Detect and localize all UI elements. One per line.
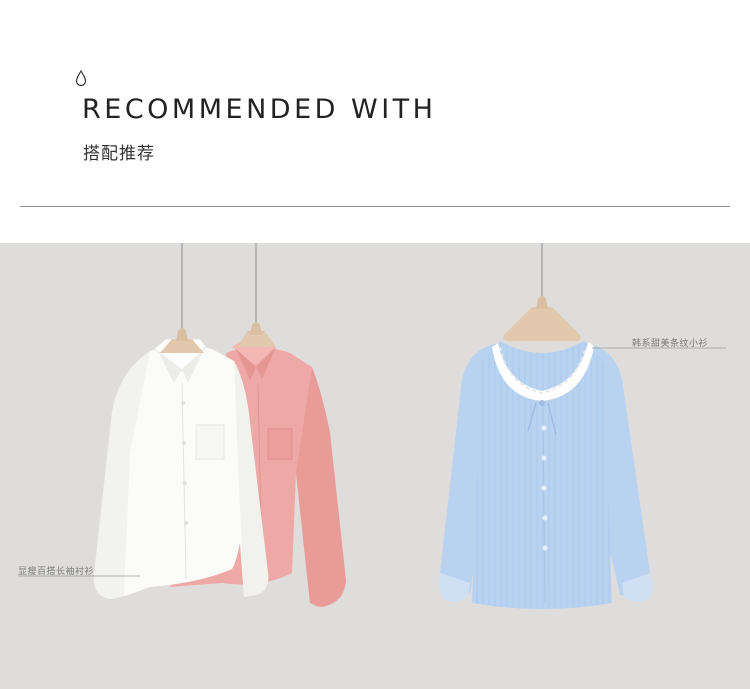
section-header: RECOMMENDED WITH 搭配推荐 [0, 0, 750, 243]
section-title: RECOMMENDED WITH [82, 94, 437, 125]
drop-icon [75, 70, 87, 86]
section-subtitle: 搭配推荐 [83, 144, 155, 164]
product-label-blouse[interactable]: 韩系甜美条纹小衫 [632, 336, 708, 349]
divider-line [20, 206, 730, 207]
product-showcase: 显瘦百搭长袖衬衫 韩系甜美条纹小衫 [0, 243, 750, 689]
blue-blouse [438, 341, 653, 609]
product-label-shirts[interactable]: 显瘦百搭长袖衬衫 [18, 564, 94, 577]
garments-illustration [18, 243, 726, 609]
hanger [238, 333, 276, 347]
hanger [503, 307, 581, 341]
